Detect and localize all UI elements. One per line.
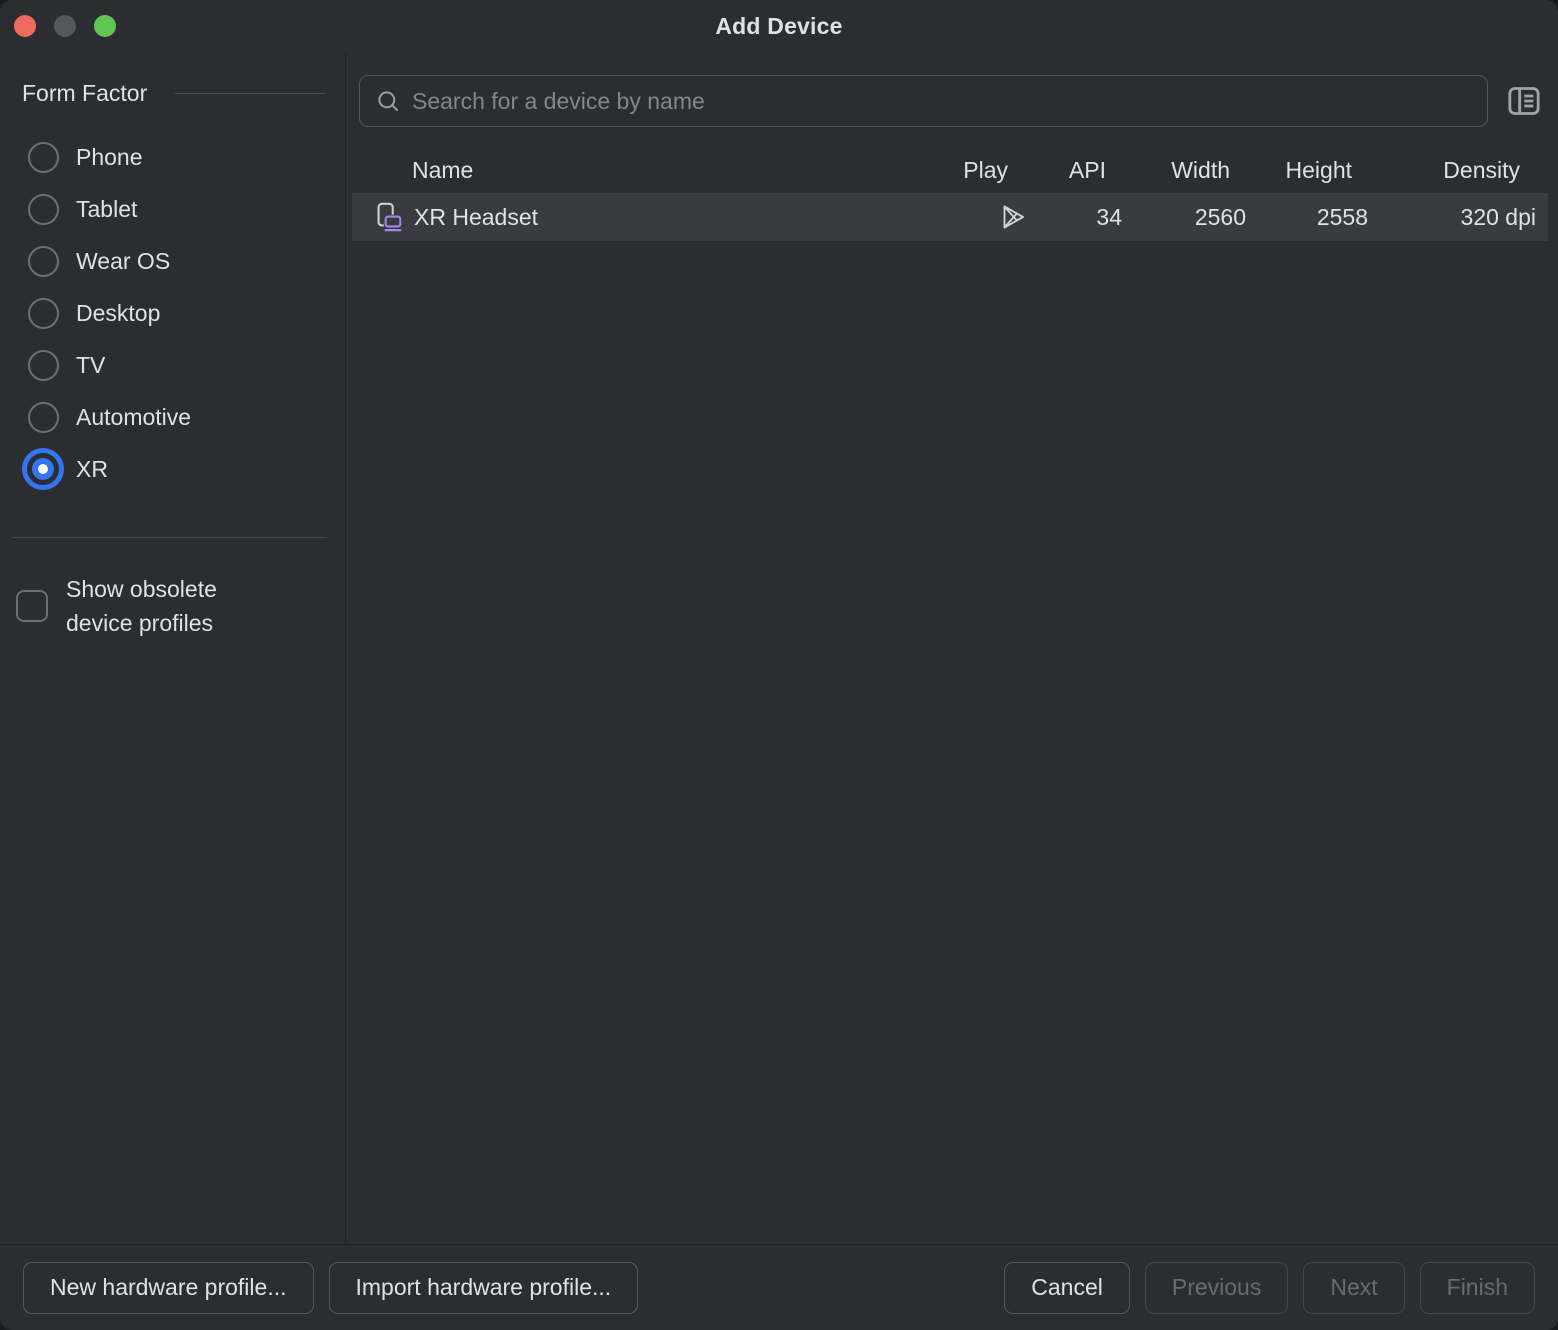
radio-label: XR bbox=[76, 456, 108, 483]
radio-tablet[interactable]: Tablet bbox=[0, 183, 345, 235]
radio-icon bbox=[22, 448, 64, 490]
radio-xr[interactable]: XR bbox=[0, 443, 345, 495]
search-input[interactable] bbox=[412, 88, 1475, 115]
show-obsolete-label: Show obsolete device profiles bbox=[66, 572, 217, 640]
column-header-height[interactable]: Height bbox=[1258, 157, 1380, 184]
radio-icon bbox=[22, 292, 64, 334]
radio-wear-os[interactable]: Wear OS bbox=[0, 235, 345, 287]
device-row-xr-headset[interactable]: XR Headset 34 2560 2558 bbox=[352, 193, 1548, 241]
minimize-window-button[interactable] bbox=[54, 15, 76, 37]
column-header-name[interactable]: Name bbox=[352, 157, 948, 184]
radio-label: Automotive bbox=[76, 404, 191, 431]
zoom-window-button[interactable] bbox=[94, 15, 116, 37]
radio-tv[interactable]: TV bbox=[0, 339, 345, 391]
device-table: Name Play API Width Height Density bbox=[352, 147, 1548, 241]
radio-automotive[interactable]: Automotive bbox=[0, 391, 345, 443]
radio-label: Tablet bbox=[76, 196, 137, 223]
height-cell: 2558 bbox=[1258, 204, 1380, 231]
traffic-lights bbox=[14, 15, 116, 37]
search-row bbox=[359, 75, 1546, 127]
column-header-play[interactable]: Play bbox=[948, 157, 1036, 184]
radio-icon bbox=[22, 136, 64, 178]
close-window-button[interactable] bbox=[14, 15, 36, 37]
radio-icon bbox=[22, 344, 64, 386]
next-button[interactable]: Next bbox=[1303, 1262, 1404, 1314]
play-store-cell bbox=[948, 202, 1036, 232]
search-icon bbox=[375, 88, 402, 115]
api-cell: 34 bbox=[1036, 204, 1134, 231]
density-cell: 320 dpi bbox=[1380, 204, 1548, 231]
cancel-button[interactable]: Cancel bbox=[1004, 1262, 1130, 1314]
device-name-cell: XR Headset bbox=[352, 200, 948, 234]
play-store-icon bbox=[998, 202, 1028, 232]
new-hardware-profile-button[interactable]: New hardware profile... bbox=[23, 1262, 314, 1314]
footer-left-buttons: New hardware profile... Import hardware … bbox=[23, 1262, 638, 1314]
radio-label: Wear OS bbox=[76, 248, 170, 275]
dialog-footer: New hardware profile... Import hardware … bbox=[0, 1244, 1558, 1330]
form-factor-rule bbox=[175, 93, 325, 94]
previous-button[interactable]: Previous bbox=[1145, 1262, 1288, 1314]
column-header-density[interactable]: Density bbox=[1380, 157, 1548, 184]
device-search-field[interactable] bbox=[359, 75, 1488, 127]
radio-icon bbox=[22, 188, 64, 230]
dialog-content: Form Factor Phone Tablet Wear OS bbox=[0, 52, 1558, 1244]
radio-label: Phone bbox=[76, 144, 143, 171]
title-bar: Add Device bbox=[0, 0, 1558, 52]
column-header-api[interactable]: API bbox=[1036, 157, 1134, 184]
device-list-pane: Name Play API Width Height Density bbox=[346, 52, 1558, 1244]
device-table-header: Name Play API Width Height Density bbox=[352, 147, 1548, 193]
add-device-dialog: Add Device Form Factor Phone Tablet bbox=[0, 0, 1558, 1330]
radio-phone[interactable]: Phone bbox=[0, 131, 345, 183]
radio-icon bbox=[22, 240, 64, 282]
import-hardware-profile-button[interactable]: Import hardware profile... bbox=[329, 1262, 639, 1314]
details-view-toggle-button[interactable] bbox=[1502, 79, 1546, 123]
radio-label: TV bbox=[76, 352, 105, 379]
form-factor-header: Form Factor bbox=[0, 80, 345, 107]
radio-desktop[interactable]: Desktop bbox=[0, 287, 345, 339]
form-factor-sidebar: Form Factor Phone Tablet Wear OS bbox=[0, 52, 346, 1244]
form-factor-radio-group: Phone Tablet Wear OS Desktop TV bbox=[0, 131, 345, 495]
radio-icon bbox=[22, 396, 64, 438]
table-panel-icon bbox=[1504, 81, 1544, 121]
sidebar-divider bbox=[12, 537, 327, 538]
form-factor-title: Form Factor bbox=[22, 80, 147, 107]
xr-device-icon bbox=[372, 200, 404, 234]
radio-label: Desktop bbox=[76, 300, 160, 327]
window-title: Add Device bbox=[715, 13, 842, 40]
column-header-width[interactable]: Width bbox=[1134, 157, 1258, 184]
show-obsolete-checkbox[interactable] bbox=[16, 590, 48, 622]
show-obsolete-checkbox-row[interactable]: Show obsolete device profiles bbox=[0, 572, 345, 640]
width-cell: 2560 bbox=[1134, 204, 1258, 231]
footer-right-buttons: Cancel Previous Next Finish bbox=[1004, 1262, 1535, 1314]
finish-button[interactable]: Finish bbox=[1420, 1262, 1535, 1314]
device-name: XR Headset bbox=[414, 204, 538, 231]
